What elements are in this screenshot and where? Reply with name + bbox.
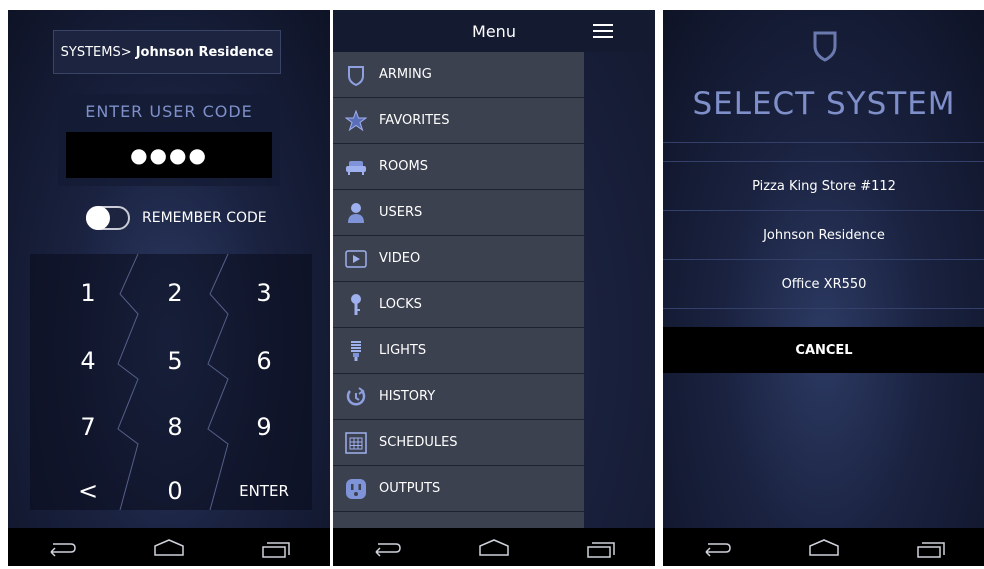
menu-item-label: FAVORITES (379, 113, 450, 128)
recents-icon[interactable] (914, 536, 948, 558)
select-system-title: SELECT SYSTEM (692, 86, 956, 122)
menu-item-label: LIGHTS (379, 343, 427, 358)
system-list: Pizza King Store #112 Johnson Residence … (663, 142, 984, 328)
shield-logo-icon (813, 31, 837, 62)
outlet-icon (345, 478, 367, 500)
menu-item-label: OUTPUTS (379, 481, 441, 496)
menu-item-schedules[interactable]: SCHEDULES (333, 420, 584, 466)
key-3[interactable]: 3 (224, 268, 304, 318)
key-7[interactable]: 7 (48, 402, 128, 452)
calendar-icon (345, 431, 367, 454)
user-code-screen: SYSTEMS> Johnson Residence ENTER USER CO… (8, 10, 330, 566)
select-system-screen: SELECT SYSTEM Pizza King Store #112 John… (663, 10, 984, 566)
menu-item-locks[interactable]: LOCKS (333, 282, 584, 328)
key-5[interactable]: 5 (135, 336, 215, 386)
android-nav-bar (333, 528, 655, 566)
bulb-icon (345, 340, 367, 362)
list-divider (663, 142, 984, 161)
user-code-field[interactable]: ●●●● (66, 132, 272, 178)
play-icon (345, 248, 367, 270)
remember-code-label: REMEMBER CODE (142, 210, 267, 226)
key-2[interactable]: 2 (135, 268, 215, 318)
system-breadcrumb[interactable]: SYSTEMS> Johnson Residence (53, 30, 281, 74)
key-enter[interactable]: ENTER (224, 466, 304, 516)
key-9[interactable]: 9 (224, 402, 304, 452)
menu-item-users[interactable]: USERS (333, 190, 584, 236)
menu-item-label: SCHEDULES (379, 435, 458, 450)
menu-item-partial (333, 512, 584, 528)
key-4[interactable]: 4 (48, 336, 128, 386)
menu-item-label: HISTORY (379, 389, 436, 404)
remember-code-toggle-row[interactable]: REMEMBER CODE (86, 206, 267, 230)
system-option[interactable]: Johnson Residence (663, 210, 984, 259)
recents-icon[interactable] (259, 536, 293, 558)
menu-item-label: ARMING (379, 67, 432, 82)
key-backspace[interactable]: < (48, 466, 128, 516)
android-nav-bar (8, 528, 330, 566)
toggle-knob (86, 206, 110, 230)
list-divider (663, 308, 984, 328)
back-icon[interactable] (370, 536, 404, 558)
menu-item-rooms[interactable]: ROOMS (333, 144, 584, 190)
home-icon[interactable] (152, 536, 186, 558)
star-icon (345, 109, 367, 132)
back-icon[interactable] (45, 536, 79, 558)
keypad: 1 2 3 4 5 6 7 8 9 < 0 ENTER (30, 254, 312, 510)
back-icon[interactable] (700, 536, 734, 558)
cancel-button[interactable]: CANCEL (663, 327, 984, 373)
sofa-icon (345, 156, 367, 178)
menu-list: ARMING FAVORITES ROOMS USERS VIDEO LOCKS… (333, 52, 584, 528)
menu-item-arming[interactable]: ARMING (333, 52, 584, 98)
remember-code-toggle[interactable] (86, 206, 130, 230)
menu-item-label: ROOMS (379, 159, 428, 174)
home-icon[interactable] (807, 536, 841, 558)
recents-icon[interactable] (584, 536, 618, 558)
menu-screen: Menu ARMING FAVORITES ROOMS USERS VIDEO … (333, 10, 655, 566)
hamburger-icon[interactable] (593, 23, 613, 39)
menu-item-label: USERS (379, 205, 423, 220)
user-icon (345, 202, 367, 224)
code-entry-panel: ENTER USER CODE ●●●● (58, 94, 280, 186)
system-prefix: SYSTEMS> (60, 44, 136, 60)
menu-item-lights[interactable]: LIGHTS (333, 328, 584, 374)
key-1[interactable]: 1 (48, 268, 128, 318)
key-8[interactable]: 8 (135, 402, 215, 452)
key-icon (345, 293, 367, 316)
menu-item-label: VIDEO (379, 251, 421, 266)
code-title: ENTER USER CODE (85, 102, 253, 121)
menu-backdrop[interactable] (584, 52, 655, 528)
menu-title: Menu (472, 21, 516, 41)
history-icon (345, 386, 367, 408)
menu-header: Menu (333, 10, 655, 52)
menu-item-video[interactable]: VIDEO (333, 236, 584, 282)
key-6[interactable]: 6 (224, 336, 304, 386)
menu-item-history[interactable]: HISTORY (333, 374, 584, 420)
home-icon[interactable] (477, 536, 511, 558)
key-0[interactable]: 0 (135, 466, 215, 516)
system-option[interactable]: Office XR550 (663, 259, 984, 308)
system-name: Johnson Residence (135, 44, 274, 60)
menu-item-favorites[interactable]: FAVORITES (333, 98, 584, 144)
menu-item-label: LOCKS (379, 297, 422, 312)
android-nav-bar (663, 528, 984, 566)
system-option[interactable]: Pizza King Store #112 (663, 161, 984, 210)
shield-icon (345, 64, 367, 86)
menu-item-outputs[interactable]: OUTPUTS (333, 466, 584, 512)
